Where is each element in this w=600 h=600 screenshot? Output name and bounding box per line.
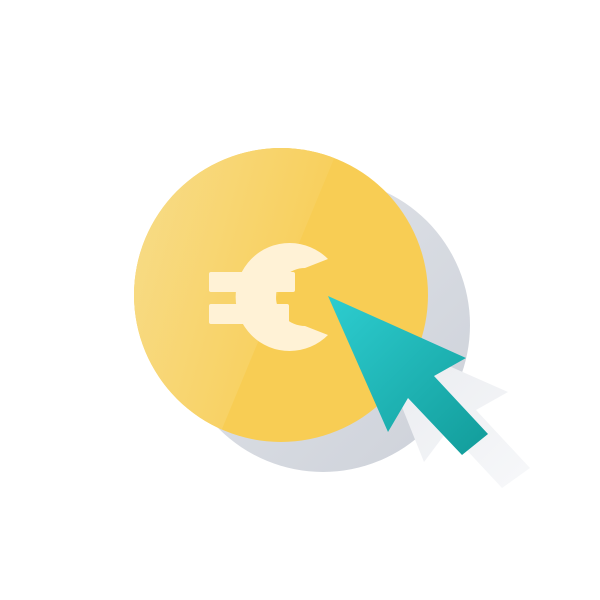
illustration-canvas xyxy=(0,0,600,600)
euro-coin-click-icon xyxy=(134,148,530,488)
